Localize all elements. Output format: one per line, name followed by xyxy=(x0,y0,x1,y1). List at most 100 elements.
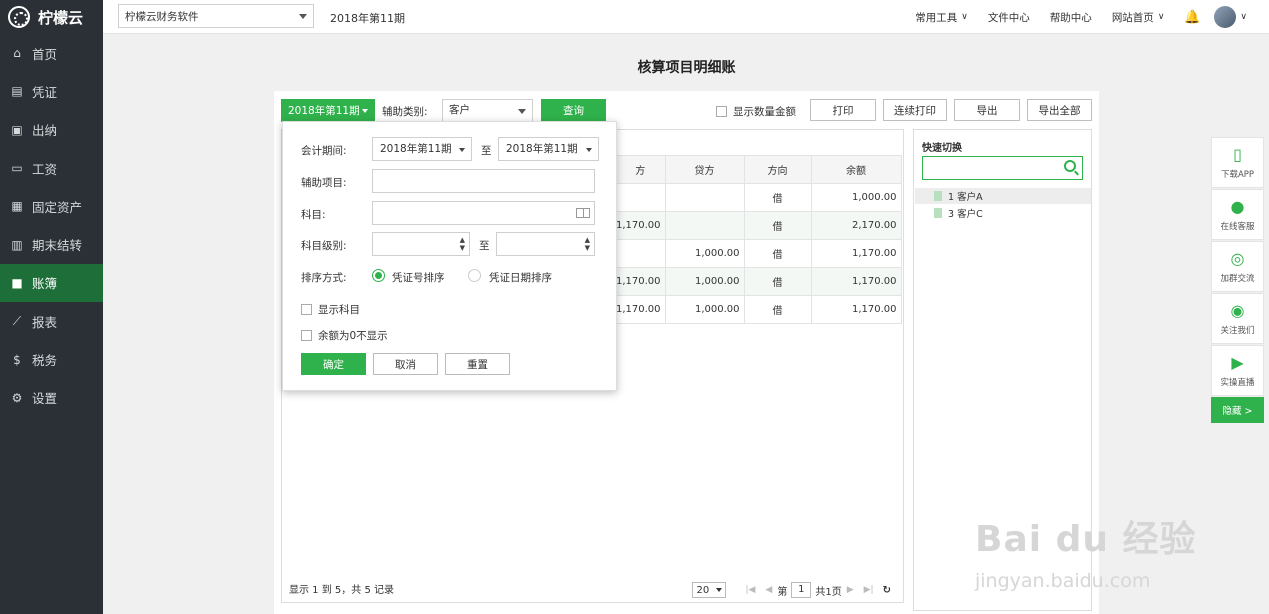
table-cell: 1,170.00 xyxy=(615,295,666,324)
confirm-button[interactable]: 确定 xyxy=(301,353,366,375)
float-item-label: 下载APP xyxy=(1220,169,1255,180)
export-all-button[interactable]: 导出全部 xyxy=(1027,99,1092,121)
reset-button[interactable]: 重置 xyxy=(445,353,510,375)
file-center-link[interactable]: 文件中心 xyxy=(988,10,1030,25)
hide-zero-balance-checkbox[interactable]: 余额为0不显示 xyxy=(301,328,388,343)
sidebar-item-reports[interactable]: ⟋ 报表 xyxy=(0,302,103,340)
table-row[interactable]: 1,170.00 1,000.00 借 1,170.00 xyxy=(615,295,902,324)
sidebar-item-fixed-assets[interactable]: ▦ 固定资产 xyxy=(0,187,103,225)
avatar[interactable] xyxy=(1214,6,1237,28)
continuous-print-button[interactable]: 连续打印 xyxy=(883,99,947,121)
chevron-down-icon: ∨ xyxy=(1157,12,1165,22)
report-icon: ⟋ xyxy=(12,313,22,328)
level-from-stepper[interactable]: ▲ ▼ xyxy=(372,232,470,256)
first-page-icon[interactable]: |◀ xyxy=(745,585,755,595)
checkbox-icon[interactable] xyxy=(716,106,727,117)
sidebar-item-salary[interactable]: ▭ 工资 xyxy=(0,149,103,187)
checkbox-icon[interactable] xyxy=(301,330,312,341)
caret-down-icon xyxy=(299,14,307,19)
tax-icon: $ xyxy=(13,352,21,367)
table-cell: 借 xyxy=(743,295,812,324)
period-from-value: 2018年第11期 xyxy=(380,143,452,155)
prev-page-icon[interactable]: ◀ xyxy=(765,585,772,595)
right-float-bar: ▯ 下载APP ● 在线客服 ◎ 加群交流 ◉ 关注我们 ▶ 实操直播 隐藏 > xyxy=(1211,137,1264,423)
export-button[interactable]: 导出 xyxy=(954,99,1020,121)
stepper-arrows-icon[interactable]: ▲ ▼ xyxy=(585,236,590,252)
quick-search-input[interactable] xyxy=(922,156,1083,180)
online-service-button[interactable]: ● 在线客服 xyxy=(1211,189,1264,240)
hide-float-button[interactable]: 隐藏 > xyxy=(1211,397,1264,423)
table-cell xyxy=(615,239,666,268)
download-app-button[interactable]: ▯ 下载APP xyxy=(1211,137,1264,188)
aux-item-input[interactable] xyxy=(372,169,595,193)
asset-icon: ▦ xyxy=(11,199,23,214)
page-prefix: 第 xyxy=(777,586,788,598)
company-select[interactable]: 柠檬云财务软件 xyxy=(118,4,314,28)
period-to-select[interactable]: 2018年第11期 xyxy=(498,137,599,161)
app-logo[interactable]: 柠檬云 xyxy=(0,0,103,34)
website-home-menu[interactable]: 网站首页 ∨ xyxy=(1112,10,1165,25)
aux-category-select[interactable]: 客户 xyxy=(442,99,533,122)
sidebar-item-period-close[interactable]: ▥ 期末结转 xyxy=(0,225,103,263)
print-button[interactable]: 打印 xyxy=(810,99,876,121)
page-title: 核算项目明细账 xyxy=(637,60,736,76)
refresh-icon[interactable]: ↻ xyxy=(883,585,891,596)
join-group-button[interactable]: ◎ 加群交流 xyxy=(1211,241,1264,292)
show-quantity-checkbox[interactable]: 显示数量金额 xyxy=(716,104,796,119)
table-cell: 1,000.00 xyxy=(664,295,745,324)
sort-voucher-radio[interactable] xyxy=(372,269,385,282)
table-row[interactable]: 1,170.00 1,000.00 借 1,170.00 xyxy=(615,267,902,296)
checkbox-icon[interactable] xyxy=(301,304,312,315)
level-to-stepper[interactable]: ▲ ▼ xyxy=(496,232,595,256)
cancel-button[interactable]: 取消 xyxy=(373,353,438,375)
common-tools-menu[interactable]: 常用工具 ∨ xyxy=(915,10,968,25)
table-row[interactable]: 1,170.00 借 2,170.00 xyxy=(615,211,902,240)
query-button[interactable]: 查询 xyxy=(541,99,606,122)
table-cell: 1,170.00 xyxy=(615,211,666,240)
subject-input[interactable] xyxy=(372,201,595,225)
table-row[interactable]: 1,000.00 借 1,170.00 xyxy=(615,239,902,268)
record-count: 显示 1 到 5，共 5 记录 xyxy=(289,585,394,596)
sidebar-item-label: 期末结转 xyxy=(32,238,83,254)
quick-item[interactable]: 1 客户A xyxy=(915,188,1091,204)
help-center-link[interactable]: 帮助中心 xyxy=(1050,10,1092,25)
sidebar-item-label: 首页 xyxy=(32,46,58,62)
search-icon[interactable] xyxy=(1064,160,1076,172)
common-tools-label: 常用工具 xyxy=(915,11,958,24)
subject-picker-icon[interactable] xyxy=(576,208,590,218)
last-page-icon[interactable]: ▶| xyxy=(864,585,874,595)
sidebar: 柠檬云 ⌂ 首页 ▤ 凭证 ▣ 出纳 ▭ 工资 ▦ 固定资产 ▥ 期末结转 ■ 账簿 ⟋ 报表 … xyxy=(0,0,103,614)
float-item-label: 加群交流 xyxy=(1220,273,1255,284)
chevron-down-icon: ∨ xyxy=(961,12,968,22)
sidebar-item-cashier[interactable]: ▣ 出纳 xyxy=(0,111,103,149)
quick-item[interactable]: 3 客户C xyxy=(915,205,1091,221)
sidebar-item-voucher[interactable]: ▤ 凭证 xyxy=(0,72,103,110)
company-name: 柠檬云财务软件 xyxy=(125,10,199,23)
live-stream-button[interactable]: ▶ 实操直播 xyxy=(1211,345,1264,396)
range-separator: 至 xyxy=(481,145,492,157)
period-dropdown-button[interactable]: 2018年第11期 xyxy=(281,99,375,122)
settings-icon: ⚙ xyxy=(11,390,23,405)
bell-icon[interactable]: 🔔 xyxy=(1184,10,1200,25)
sidebar-item-ledger[interactable]: ■ 账簿 xyxy=(0,263,103,303)
follow-us-button[interactable]: ◉ 关注我们 xyxy=(1211,293,1264,344)
table-cell xyxy=(615,183,666,212)
sidebar-item-settings[interactable]: ⚙ 设置 xyxy=(0,379,103,417)
caret-down-icon xyxy=(586,148,592,152)
page-size-select[interactable]: 20 xyxy=(692,582,727,598)
sidebar-item-home[interactable]: ⌂ 首页 xyxy=(0,34,103,72)
chevron-down-icon[interactable]: ∨ xyxy=(1240,12,1247,22)
period-from-select[interactable]: 2018年第11期 xyxy=(372,137,472,161)
caret-down-icon xyxy=(518,109,526,114)
document-icon xyxy=(934,208,942,218)
sort-date-radio[interactable] xyxy=(468,269,481,282)
show-subject-checkbox[interactable]: 显示科目 xyxy=(301,302,360,317)
show-subject-label: 显示科目 xyxy=(318,304,360,316)
table-cell: 1,170.00 xyxy=(615,267,666,296)
next-page-icon[interactable]: ▶ xyxy=(847,585,854,595)
stepper-arrows-icon[interactable]: ▲ ▼ xyxy=(460,236,465,252)
sidebar-item-tax[interactable]: $ 税务 xyxy=(0,340,103,378)
table-row[interactable]: 借 1,000.00 xyxy=(615,183,902,212)
page-number-input[interactable]: 1 xyxy=(791,582,812,598)
home-icon: ⌂ xyxy=(13,46,21,61)
